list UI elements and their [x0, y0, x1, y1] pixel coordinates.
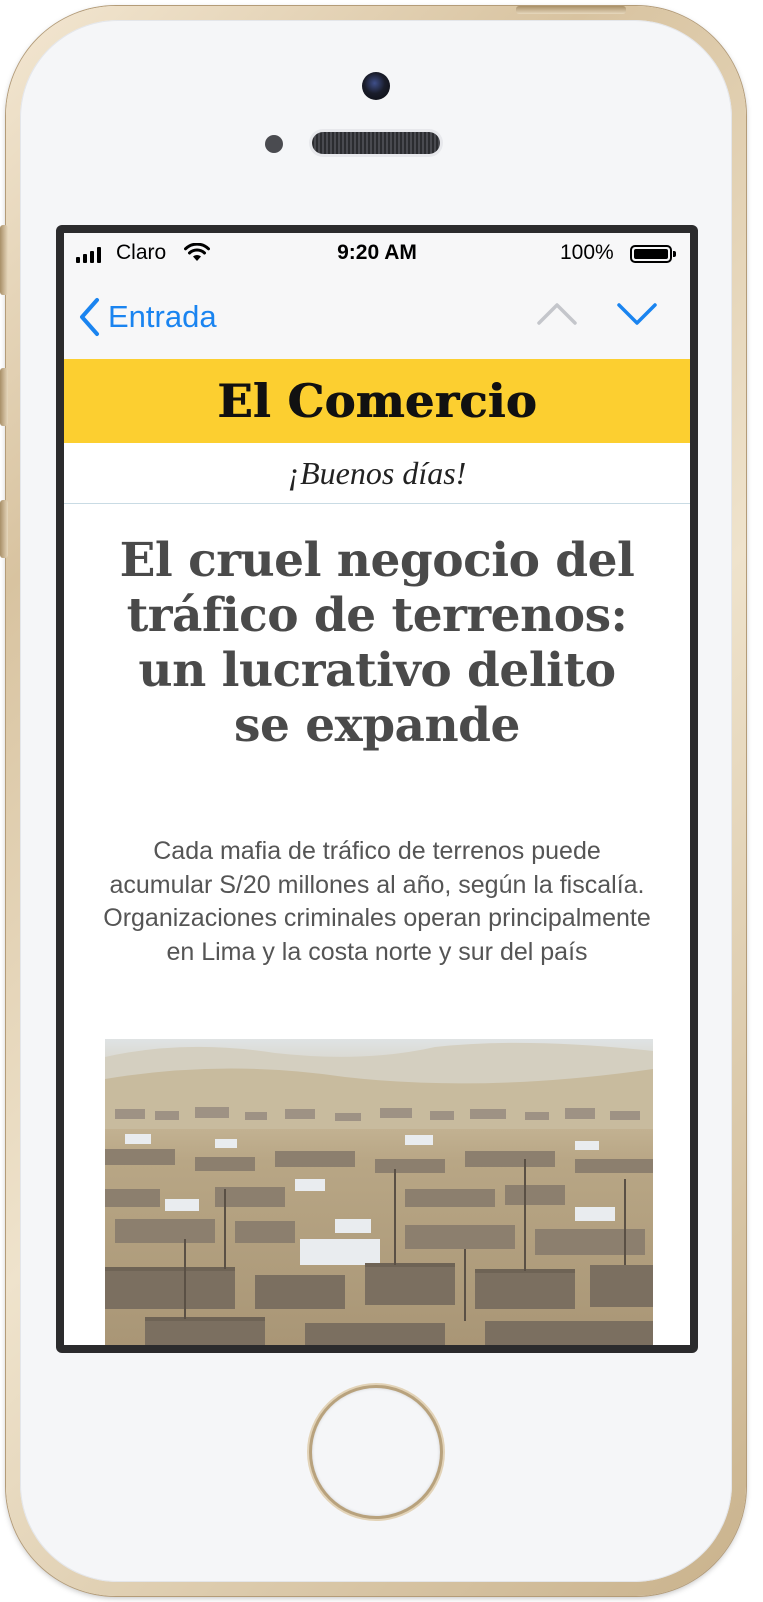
brand-logo: El Comercio: [217, 374, 537, 428]
mute-switch: [0, 225, 8, 295]
article-photo[interactable]: [105, 1039, 653, 1345]
greeting: ¡Buenos días!: [64, 443, 690, 504]
screen: Claro 9:20 AM 100% Entrada El Comercio ¡…: [56, 225, 698, 1353]
chevron-up-icon: [537, 303, 577, 325]
mail-nav-bar: Entrada: [64, 273, 690, 359]
proximity-sensor: [265, 135, 283, 153]
power-button: [516, 6, 626, 14]
back-button[interactable]: Entrada: [78, 297, 217, 337]
previous-message-button[interactable]: [536, 301, 578, 332]
volume-down-button: [0, 500, 8, 558]
screen-content: Claro 9:20 AM 100% Entrada El Comercio ¡…: [64, 233, 690, 1345]
article-summary: Cada mafia de tráfico de terrenos puede …: [103, 837, 651, 966]
status-bar: Claro 9:20 AM 100%: [64, 233, 690, 273]
home-button[interactable]: [312, 1388, 440, 1516]
earpiece-speaker: [312, 132, 440, 154]
battery-icon: [630, 245, 676, 263]
next-message-button[interactable]: [616, 301, 658, 332]
front-camera: [362, 72, 390, 100]
volume-up-button: [0, 368, 8, 426]
article-headline[interactable]: El cruel negocio del tráfico de terrenos…: [104, 533, 650, 753]
chevron-left-icon: [80, 298, 99, 336]
back-button-label: Entrada: [108, 299, 217, 334]
chevron-down-icon: [617, 303, 657, 325]
brand-banner: El Comercio: [64, 359, 690, 443]
battery-percentage: 100%: [560, 241, 614, 264]
